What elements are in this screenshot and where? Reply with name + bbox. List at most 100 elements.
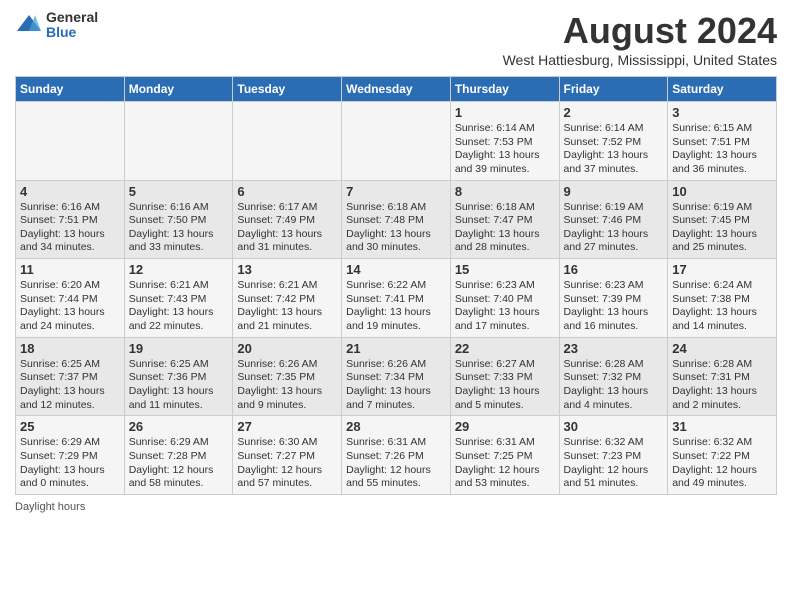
day-info: Sunrise: 6:29 AM Sunset: 7:29 PM Dayligh…	[20, 436, 120, 491]
footer-label: Daylight hours	[15, 501, 85, 513]
page-header: General Blue August 2024 West Hattiesbur…	[15, 10, 777, 68]
day-number: 5	[129, 184, 229, 199]
calendar-cell: 17 Sunrise: 6:24 AM Sunset: 7:38 PM Dayli…	[668, 259, 777, 338]
day-info: Sunrise: 6:14 AM Sunset: 7:52 PM Dayligh…	[564, 122, 664, 177]
day-number: 9	[564, 184, 664, 199]
day-info: Sunrise: 6:21 AM Sunset: 7:42 PM Dayligh…	[237, 279, 337, 334]
calendar-cell: 11Sunrise: 6:20 AM Sunset: 7:44 PM Dayli…	[16, 259, 125, 338]
calendar-cell: 3 Sunrise: 6:15 AM Sunset: 7:51 PM Daylig…	[668, 102, 777, 181]
title-area: August 2024 West Hattiesburg, Mississipp…	[503, 10, 777, 68]
day-info: Sunrise: 6:28 AM Sunset: 7:31 PM Dayligh…	[672, 358, 772, 413]
day-number: 18	[20, 341, 120, 356]
calendar-cell: 28 Sunrise: 6:31 AM Sunset: 7:26 PM Dayli…	[342, 416, 451, 495]
day-number: 7	[346, 184, 446, 199]
day-info: Sunrise: 6:25 AM Sunset: 7:36 PM Dayligh…	[129, 358, 229, 413]
calendar-week-row: 25Sunrise: 6:29 AM Sunset: 7:29 PM Dayli…	[16, 416, 777, 495]
day-info: Sunrise: 6:26 AM Sunset: 7:35 PM Dayligh…	[237, 358, 337, 413]
day-info: Sunrise: 6:31 AM Sunset: 7:25 PM Dayligh…	[455, 436, 555, 491]
calendar-cell	[342, 102, 451, 181]
calendar-week-row: 4 Sunrise: 6:16 AM Sunset: 7:51 PM Daylig…	[16, 180, 777, 259]
day-info: Sunrise: 6:23 AM Sunset: 7:39 PM Dayligh…	[564, 279, 664, 334]
day-info: Sunrise: 6:26 AM Sunset: 7:34 PM Dayligh…	[346, 358, 446, 413]
day-info: Sunrise: 6:18 AM Sunset: 7:47 PM Dayligh…	[455, 201, 555, 256]
day-info: Sunrise: 6:32 AM Sunset: 7:22 PM Dayligh…	[672, 436, 772, 491]
day-number: 30	[564, 419, 664, 434]
logo-general-text: General	[46, 10, 98, 25]
day-number: 22	[455, 341, 555, 356]
day-header-wednesday: Wednesday	[342, 77, 451, 102]
day-info: Sunrise: 6:31 AM Sunset: 7:26 PM Dayligh…	[346, 436, 446, 491]
day-info: Sunrise: 6:28 AM Sunset: 7:32 PM Dayligh…	[564, 358, 664, 413]
calendar-cell: 18 Sunrise: 6:25 AM Sunset: 7:37 PM Dayli…	[16, 337, 125, 416]
day-info: Sunrise: 6:27 AM Sunset: 7:33 PM Dayligh…	[455, 358, 555, 413]
logo-text: General Blue	[46, 10, 98, 41]
calendar-cell: 8 Sunrise: 6:18 AM Sunset: 7:47 PM Daylig…	[450, 180, 559, 259]
location-text: West Hattiesburg, Mississippi, United St…	[503, 52, 777, 68]
day-number: 2	[564, 105, 664, 120]
day-number: 3	[672, 105, 772, 120]
calendar-cell: 24 Sunrise: 6:28 AM Sunset: 7:31 PM Dayli…	[668, 337, 777, 416]
day-number: 12	[129, 262, 229, 277]
day-number: 17	[672, 262, 772, 277]
calendar-cell: 15Sunrise: 6:23 AM Sunset: 7:40 PM Dayli…	[450, 259, 559, 338]
day-header-sunday: Sunday	[16, 77, 125, 102]
calendar-cell: 21 Sunrise: 6:26 AM Sunset: 7:34 PM Dayli…	[342, 337, 451, 416]
day-info: Sunrise: 6:16 AM Sunset: 7:51 PM Dayligh…	[20, 201, 120, 256]
calendar-header-row: SundayMondayTuesdayWednesdayThursdayFrid…	[16, 77, 777, 102]
day-number: 6	[237, 184, 337, 199]
day-number: 8	[455, 184, 555, 199]
day-info: Sunrise: 6:22 AM Sunset: 7:41 PM Dayligh…	[346, 279, 446, 334]
calendar-cell: 30 Sunrise: 6:32 AM Sunset: 7:23 PM Dayli…	[559, 416, 668, 495]
day-info: Sunrise: 6:21 AM Sunset: 7:43 PM Dayligh…	[129, 279, 229, 334]
day-number: 21	[346, 341, 446, 356]
calendar-week-row: 1Sunrise: 6:14 AM Sunset: 7:53 PM Daylig…	[16, 102, 777, 181]
calendar-cell: 20 Sunrise: 6:26 AM Sunset: 7:35 PM Dayli…	[233, 337, 342, 416]
calendar-cell	[233, 102, 342, 181]
day-number: 24	[672, 341, 772, 356]
calendar-cell: 13 Sunrise: 6:21 AM Sunset: 7:42 PM Dayli…	[233, 259, 342, 338]
calendar-cell	[16, 102, 125, 181]
day-number: 10	[672, 184, 772, 199]
day-header-thursday: Thursday	[450, 77, 559, 102]
calendar-cell: 1Sunrise: 6:14 AM Sunset: 7:53 PM Daylig…	[450, 102, 559, 181]
calendar-cell: 10 Sunrise: 6:19 AM Sunset: 7:45 PM Dayli…	[668, 180, 777, 259]
calendar-cell: 29 Sunrise: 6:31 AM Sunset: 7:25 PM Dayli…	[450, 416, 559, 495]
calendar-cell: 6Sunrise: 6:17 AM Sunset: 7:49 PM Daylig…	[233, 180, 342, 259]
day-number: 4	[20, 184, 120, 199]
day-number: 14	[346, 262, 446, 277]
calendar-cell: 16Sunrise: 6:23 AM Sunset: 7:39 PM Dayli…	[559, 259, 668, 338]
calendar-cell: 31Sunrise: 6:32 AM Sunset: 7:22 PM Dayli…	[668, 416, 777, 495]
day-header-friday: Friday	[559, 77, 668, 102]
day-info: Sunrise: 6:15 AM Sunset: 7:51 PM Dayligh…	[672, 122, 772, 177]
day-info: Sunrise: 6:30 AM Sunset: 7:27 PM Dayligh…	[237, 436, 337, 491]
day-number: 13	[237, 262, 337, 277]
calendar-cell: 5 Sunrise: 6:16 AM Sunset: 7:50 PM Daylig…	[124, 180, 233, 259]
calendar-cell: 19Sunrise: 6:25 AM Sunset: 7:36 PM Dayli…	[124, 337, 233, 416]
calendar-cell: 27 Sunrise: 6:30 AM Sunset: 7:27 PM Dayli…	[233, 416, 342, 495]
day-number: 29	[455, 419, 555, 434]
day-info: Sunrise: 6:23 AM Sunset: 7:40 PM Dayligh…	[455, 279, 555, 334]
calendar-week-row: 18 Sunrise: 6:25 AM Sunset: 7:37 PM Dayli…	[16, 337, 777, 416]
day-number: 20	[237, 341, 337, 356]
calendar-cell: 23Sunrise: 6:28 AM Sunset: 7:32 PM Dayli…	[559, 337, 668, 416]
day-info: Sunrise: 6:32 AM Sunset: 7:23 PM Dayligh…	[564, 436, 664, 491]
month-title: August 2024	[503, 10, 777, 52]
day-info: Sunrise: 6:16 AM Sunset: 7:50 PM Dayligh…	[129, 201, 229, 256]
day-info: Sunrise: 6:19 AM Sunset: 7:45 PM Dayligh…	[672, 201, 772, 256]
day-header-monday: Monday	[124, 77, 233, 102]
logo-icon	[15, 11, 43, 39]
day-number: 1	[455, 105, 555, 120]
day-number: 26	[129, 419, 229, 434]
calendar-table: SundayMondayTuesdayWednesdayThursdayFrid…	[15, 76, 777, 495]
day-info: Sunrise: 6:19 AM Sunset: 7:46 PM Dayligh…	[564, 201, 664, 256]
day-info: Sunrise: 6:24 AM Sunset: 7:38 PM Dayligh…	[672, 279, 772, 334]
day-number: 27	[237, 419, 337, 434]
calendar-cell: 14 Sunrise: 6:22 AM Sunset: 7:41 PM Dayli…	[342, 259, 451, 338]
calendar-cell: 2 Sunrise: 6:14 AM Sunset: 7:52 PM Daylig…	[559, 102, 668, 181]
calendar-week-row: 11Sunrise: 6:20 AM Sunset: 7:44 PM Dayli…	[16, 259, 777, 338]
day-number: 28	[346, 419, 446, 434]
calendar-cell: 22 Sunrise: 6:27 AM Sunset: 7:33 PM Dayli…	[450, 337, 559, 416]
calendar-cell	[124, 102, 233, 181]
day-info: Sunrise: 6:25 AM Sunset: 7:37 PM Dayligh…	[20, 358, 120, 413]
calendar-cell: 26Sunrise: 6:29 AM Sunset: 7:28 PM Dayli…	[124, 416, 233, 495]
